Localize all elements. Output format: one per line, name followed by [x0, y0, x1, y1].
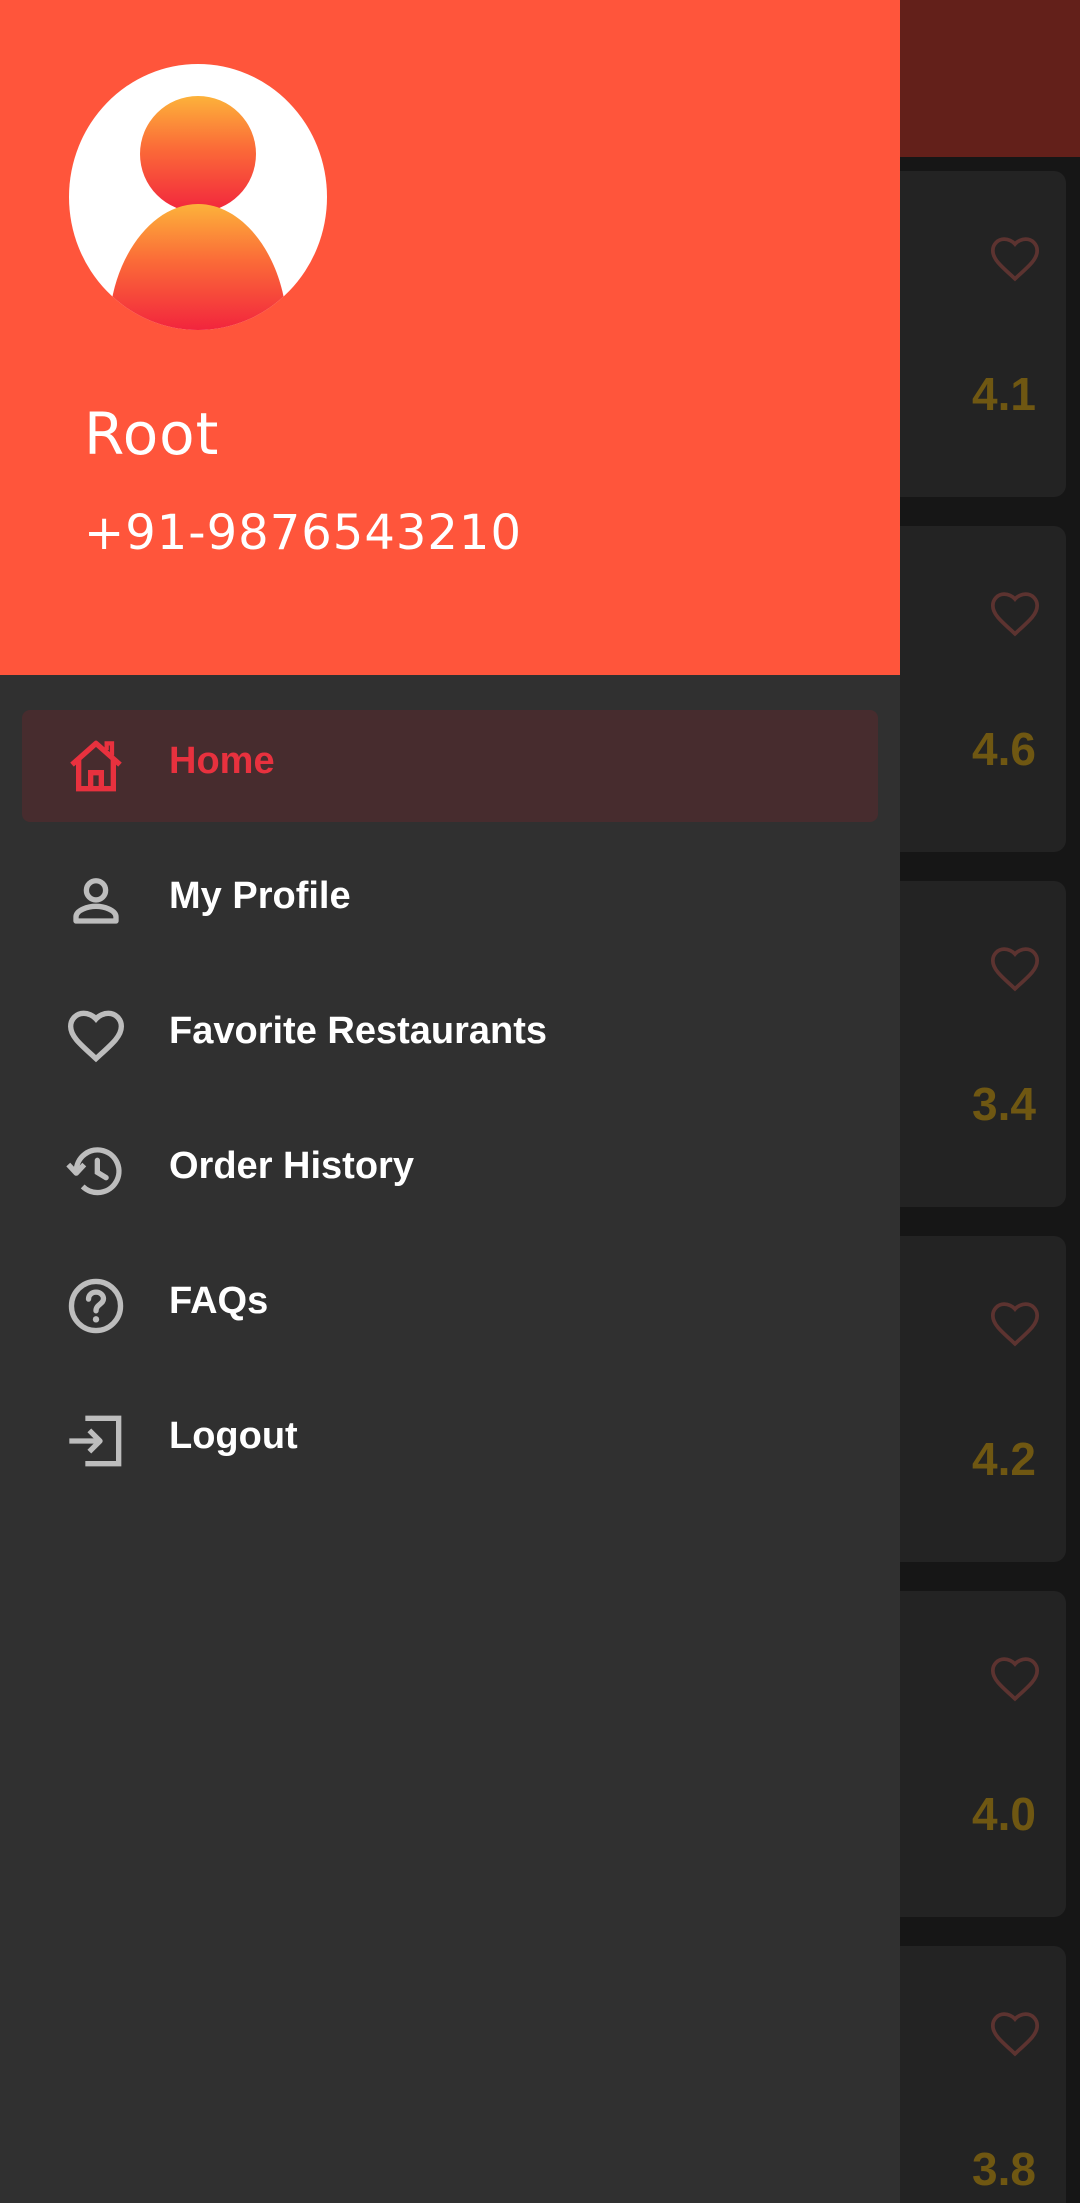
- favorite-heart-icon[interactable]: [984, 941, 1046, 997]
- restaurant-card[interactable]: 4.6: [880, 526, 1066, 852]
- menu-item-logout[interactable]: Logout: [22, 1385, 878, 1497]
- user-avatar-icon[interactable]: [69, 64, 327, 330]
- menu-item-label: Logout: [169, 1415, 298, 1457]
- restaurant-card[interactable]: 3.8: [880, 1946, 1066, 2203]
- menu-item-my-profile[interactable]: My Profile: [22, 845, 878, 957]
- favorite-heart-icon[interactable]: [984, 2006, 1046, 2062]
- restaurant-card[interactable]: 4.1: [880, 171, 1066, 497]
- favorite-heart-icon[interactable]: [984, 1651, 1046, 1707]
- menu-item-label: My Profile: [169, 875, 351, 917]
- menu-item-faqs[interactable]: FAQs: [22, 1250, 878, 1362]
- history-icon: [66, 1147, 122, 1196]
- restaurant-rating: 3.4: [972, 1078, 1036, 1130]
- favorite-heart-icon[interactable]: [984, 231, 1046, 287]
- user-name: Root: [84, 400, 220, 468]
- restaurant-card[interactable]: 4.0: [880, 1591, 1066, 1917]
- heart-icon: [67, 1010, 125, 1063]
- restaurant-rating: 4.6: [972, 723, 1036, 775]
- menu-item-label: Order History: [169, 1145, 414, 1187]
- menu-item-label: Favorite Restaurants: [169, 1010, 548, 1052]
- restaurant-rating: 4.0: [972, 1788, 1036, 1840]
- menu-item-label: FAQs: [169, 1280, 269, 1322]
- restaurant-rating: 4.1: [972, 368, 1036, 420]
- favorite-heart-icon[interactable]: [984, 586, 1046, 642]
- person-icon: [73, 878, 119, 924]
- user-phone: +91-9876543210: [84, 505, 523, 561]
- restaurant-rating: 4.2: [972, 1433, 1036, 1485]
- menu-item-home[interactable]: Home: [22, 710, 878, 822]
- home-icon: [70, 740, 122, 792]
- restaurant-card[interactable]: 4.2: [880, 1236, 1066, 1562]
- help-circle-icon: [68, 1278, 124, 1334]
- favorite-heart-icon[interactable]: [984, 1296, 1046, 1352]
- navigation-drawer: Root +91-9876543210 Home My Profile Favo…: [0, 0, 900, 2203]
- menu-item-label: Home: [169, 740, 275, 782]
- screen: 4.1 4.6 3.4 4.2 4.0 3.8 Root +91-9876543…: [0, 0, 1080, 2203]
- menu-item-favorite-restaurants[interactable]: Favorite Restaurants: [22, 980, 878, 1092]
- menu-item-order-history[interactable]: Order History: [22, 1115, 878, 1227]
- restaurant-card[interactable]: 3.4: [880, 881, 1066, 1207]
- drawer-header: Root +91-9876543210: [0, 0, 900, 675]
- login-icon: [69, 1415, 122, 1467]
- restaurant-rating: 3.8: [972, 2143, 1036, 2195]
